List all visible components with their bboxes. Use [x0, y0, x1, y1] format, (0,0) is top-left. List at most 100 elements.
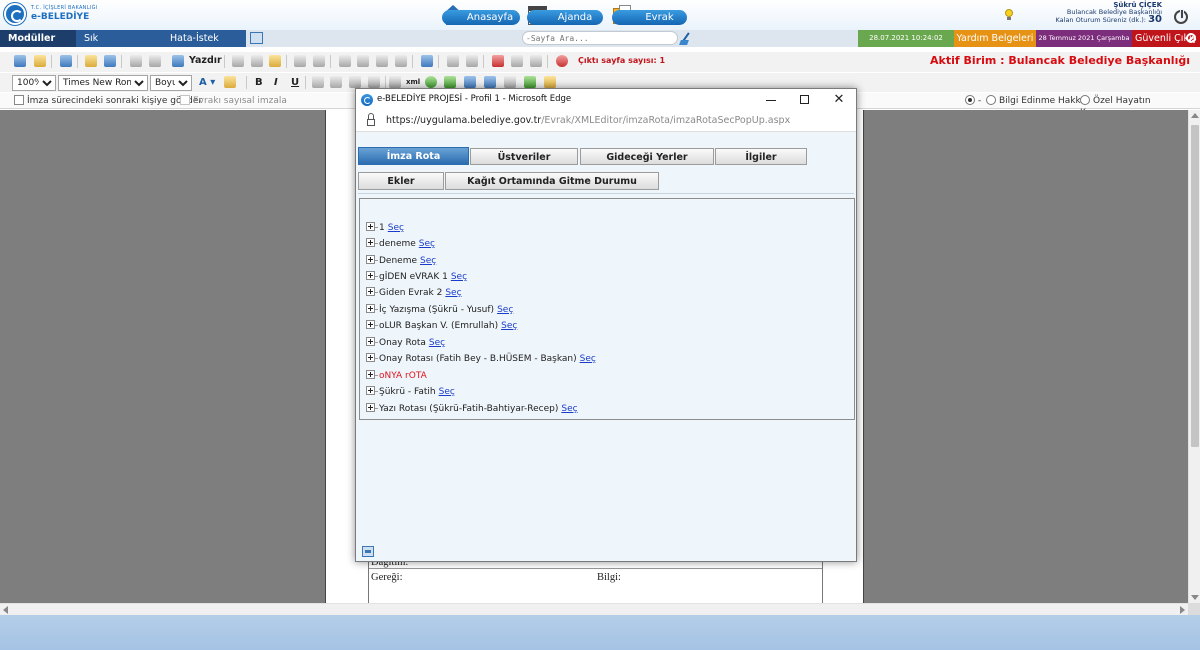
route-select-link[interactable]: Seç [501, 321, 517, 331]
tree-node[interactable]: oLUR Başkan V. (Emrullah) Seç [366, 319, 517, 333]
table-icon[interactable] [421, 55, 433, 67]
expand-icon[interactable] [366, 337, 375, 346]
subscript-icon[interactable] [511, 55, 523, 67]
refresh-icon[interactable] [425, 76, 437, 88]
route-select-link[interactable]: Seç [439, 387, 455, 397]
menu-moduller[interactable]: Modüller [0, 30, 76, 47]
tree-node[interactable]: 1 Seç [366, 221, 404, 235]
radio-ozel-hayat[interactable]: Özel Hayatın Korunması [1080, 95, 1200, 118]
font-size-select[interactable]: Boyut [150, 75, 192, 91]
popup-feedback-icon[interactable] [362, 546, 374, 557]
tree-node[interactable]: Onay Rotası (Fatih Bey - B.HÜSEM - Başka… [366, 352, 596, 366]
printer-icon[interactable] [172, 55, 184, 67]
align-right-icon[interactable] [349, 76, 361, 88]
print-button[interactable]: Yazdır [189, 52, 222, 70]
tree-node[interactable]: Yazı Rotası (Şükrü-Fatih-Bahtiyar-Recep)… [366, 402, 578, 416]
preview-icon[interactable] [130, 55, 142, 67]
export-icon[interactable] [524, 76, 536, 88]
zoom-select[interactable]: 100% [12, 75, 56, 91]
bold-button[interactable]: B [255, 75, 263, 90]
route-select-link[interactable]: Seç [420, 256, 436, 266]
route-select-link[interactable]: Seç [419, 239, 435, 249]
lightbulb-icon[interactable] [1004, 9, 1014, 21]
tree-node[interactable]: deneme Seç [366, 237, 435, 251]
feedback-icon[interactable] [250, 32, 263, 44]
indent-icon[interactable] [395, 55, 407, 67]
nav-anasayfa-button[interactable]: Anasayfa [442, 10, 520, 25]
menu-sik-kullanilanlar[interactable]: Sık Kullanılanlar [76, 30, 162, 61]
sign-next-checkbox[interactable]: İmza sürecindeki sonraki kişiye gönder [14, 95, 202, 107]
font-color-button[interactable]: A ▾ [199, 75, 215, 90]
text-direction-icon[interactable] [389, 76, 401, 88]
lock-icon[interactable] [367, 113, 375, 126]
secure-exit-button[interactable]: Güvenli Çıkış [1132, 30, 1200, 47]
insert-row-icon[interactable] [447, 55, 459, 67]
expand-icon[interactable] [366, 386, 375, 395]
expand-icon[interactable] [366, 370, 375, 379]
font-family-select[interactable]: Times New Roman [58, 75, 148, 91]
route-select-link[interactable]: Seç [445, 288, 461, 298]
route-select-link[interactable]: Seç [451, 272, 467, 282]
align-justify-icon[interactable] [368, 76, 380, 88]
scroll-left-icon[interactable] [3, 606, 8, 614]
nav-ajanda-button[interactable]: Ajanda [527, 10, 603, 25]
help-documents-button[interactable]: Yardım Belgeleri [954, 30, 1036, 47]
tree-node[interactable]: oNYA rOTA [366, 369, 427, 383]
redo-icon[interactable] [313, 55, 325, 67]
scroll-down-icon[interactable] [1191, 595, 1199, 600]
popup-address-bar[interactable]: https://uygulama.belediye.gov.tr/Evrak/X… [356, 111, 856, 132]
expand-icon[interactable] [366, 353, 375, 362]
scroll-right-icon[interactable] [1180, 606, 1185, 614]
tab-ustveriler[interactable]: Üstveriler [470, 148, 578, 165]
image-icon[interactable] [464, 76, 476, 88]
italic-button[interactable]: I [274, 75, 278, 90]
horizontal-scrollbar[interactable] [0, 603, 1188, 615]
radio-none[interactable]: - [965, 95, 981, 107]
clear-search-icon[interactable] [679, 32, 693, 46]
tab-gidecegi-yerler[interactable]: Gideceği Yerler [580, 148, 714, 165]
vertical-scroll-thumb[interactable] [1191, 125, 1199, 447]
bullet-list-icon[interactable] [357, 55, 369, 67]
tab-imza-rota[interactable]: İmza Rota [358, 147, 469, 165]
underline-button[interactable]: U [291, 75, 299, 90]
error-check-icon[interactable] [556, 55, 568, 67]
save-icon[interactable] [60, 55, 72, 67]
open-icon[interactable] [85, 55, 97, 67]
route-select-link[interactable]: Seç [429, 338, 445, 348]
expand-icon[interactable] [366, 320, 375, 329]
digital-sign-checkbox[interactable]: Evrakı sayısal imzala [180, 95, 287, 107]
strikethrough-icon[interactable] [530, 55, 542, 67]
tab-kagit-ortaminda[interactable]: Kağıt Ortamında Gitme Durumu [445, 172, 659, 190]
popup-url[interactable]: https://uygulama.belediye.gov.tr/Evrak/X… [386, 115, 790, 126]
menu-hata-istek[interactable]: Hata-İstek Bildir [162, 30, 246, 61]
expand-icon[interactable] [366, 238, 375, 247]
tab-ekler[interactable]: Ekler [358, 172, 444, 190]
tree-node[interactable]: Deneme Seç [366, 254, 436, 268]
paste-icon[interactable] [269, 55, 281, 67]
tree-node[interactable]: gİDEN eVRAK 1 Seç [366, 270, 467, 284]
outdent-icon[interactable] [376, 55, 388, 67]
tree-node[interactable]: Onay Rota Seç [366, 336, 445, 350]
page-preview-icon[interactable] [149, 55, 161, 67]
scroll-up-icon[interactable] [1191, 113, 1199, 118]
pencil-icon[interactable] [504, 76, 516, 88]
expand-icon[interactable] [366, 403, 375, 412]
vertical-scrollbar[interactable] [1188, 110, 1200, 603]
tree-node[interactable]: Giden Evrak 2 Seç [366, 286, 462, 300]
route-select-link[interactable]: Seç [580, 354, 596, 364]
popup-titlebar[interactable]: e-BELEDİYE PROJESİ - Profil 1 - Microsof… [356, 89, 856, 111]
copy-icon[interactable] [251, 55, 263, 67]
expand-icon[interactable] [366, 287, 375, 296]
home-tool-icon[interactable] [14, 55, 26, 67]
align-center-icon[interactable] [330, 76, 342, 88]
insert-column-icon[interactable] [466, 55, 478, 67]
expand-icon[interactable] [366, 222, 375, 231]
page-search-input[interactable] [526, 32, 674, 44]
close-button[interactable]: ✕ [822, 89, 856, 111]
maximize-button[interactable] [788, 89, 822, 111]
numbered-list-icon[interactable] [339, 55, 351, 67]
tree-icon[interactable] [444, 76, 456, 88]
expand-icon[interactable] [366, 304, 375, 313]
highlight-icon[interactable] [224, 76, 236, 88]
superscript-icon[interactable] [492, 55, 504, 67]
